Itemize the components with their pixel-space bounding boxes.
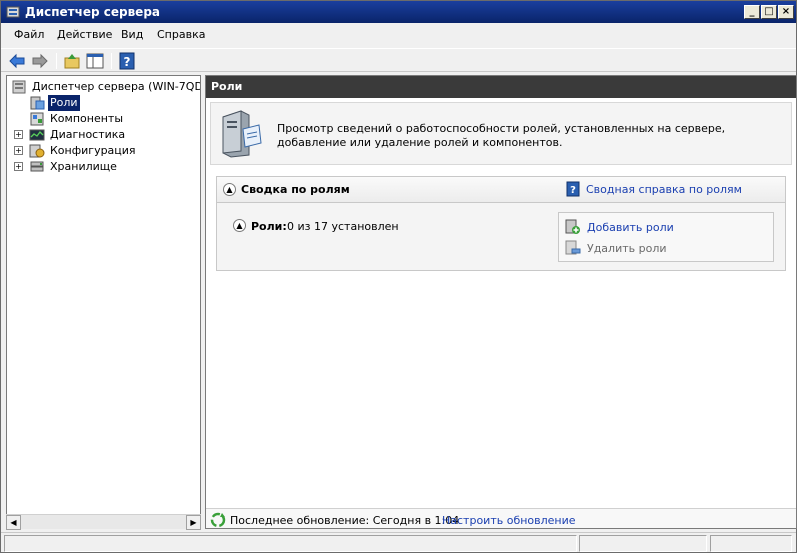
remove-roles-link: Удалить роли (587, 242, 667, 255)
roles-count: 0 из 17 установлен (287, 220, 399, 233)
main-pane: Роли Просмотр сведений о работоспособнос… (205, 75, 797, 529)
status-panel-2 (579, 535, 707, 552)
pane-title: Роли (206, 76, 796, 98)
status-panel-3 (710, 535, 792, 552)
tree-item-label: Диагностика (50, 128, 126, 141)
refresh-icon[interactable] (209, 511, 227, 529)
window-title: Диспетчер сервера (25, 5, 160, 19)
expand-storage-button[interactable]: + (14, 162, 23, 171)
remove-roles-icon (565, 240, 581, 255)
menu-action[interactable]: Действие (57, 28, 112, 41)
diagnostics-icon (29, 129, 45, 141)
menu-view[interactable]: Вид (121, 28, 143, 41)
tree-item-label: Конфигурация (50, 144, 136, 157)
description-banner: Просмотр сведений о работоспособности ро… (210, 102, 792, 165)
svg-text:?: ? (124, 55, 131, 69)
last-update-text: Последнее обновление: Сегодня в 1:04 (230, 514, 460, 527)
role-actions-panel: Добавить роли Удалить роли (558, 212, 774, 262)
server-manager-icon (6, 6, 20, 18)
roles-server-icon (222, 110, 262, 158)
status-panel-main (4, 535, 577, 552)
tree-item-label: Компоненты (50, 112, 124, 125)
refresh-status-bar: Последнее обновление: Сегодня в 1:04 Нас… (206, 508, 796, 529)
features-icon (30, 112, 44, 126)
configuration-icon (29, 144, 45, 158)
window-status-bar (1, 532, 796, 552)
banner-description: Просмотр сведений о работоспособности ро… (277, 122, 726, 149)
back-arrow-icon[interactable] (8, 52, 26, 70)
scroll-left-button[interactable]: ◀ (6, 515, 21, 530)
title-bar: Диспетчер сервера _ □ × (1, 1, 796, 23)
up-folder-icon[interactable] (63, 52, 81, 70)
menu-bar: Файл Действие Вид Справка (1, 25, 796, 45)
maximize-button[interactable]: □ (761, 5, 777, 19)
add-roles-icon (565, 219, 580, 234)
tree-horizontal-scrollbar[interactable]: ◀ ▶ (6, 514, 201, 530)
tree-item-label: Хранилище (50, 160, 117, 173)
roles-summary-section: ▲ Сводка по ролям ? Сводная справка по р… (216, 176, 786, 271)
show-hide-console-tree-icon[interactable] (86, 52, 104, 70)
server-icon (12, 80, 26, 94)
minimize-button[interactable]: _ (744, 5, 760, 19)
roles-icon (30, 96, 45, 110)
roles-label: Роли: (251, 220, 287, 233)
configure-refresh-link[interactable]: Настроить обновление (442, 514, 576, 527)
menu-file[interactable]: Файл (14, 28, 44, 41)
tree-item-label: Роли (48, 95, 80, 111)
server-manager-window: Диспетчер сервера _ □ × Файл Действие Ви… (0, 0, 797, 553)
console-tree: Диспетчер сервера (WIN-7QDKRT Роли Компо… (6, 75, 201, 529)
collapse-roles-button[interactable]: ▲ (233, 219, 246, 232)
expand-diagnostics-button[interactable]: + (14, 130, 23, 139)
toolbar: ? (1, 48, 796, 72)
close-button[interactable]: × (778, 5, 794, 19)
roles-summary-header[interactable]: ▲ Сводка по ролям ? Сводная справка по р… (217, 177, 785, 203)
forward-arrow-icon[interactable] (31, 52, 49, 70)
roles-summary-help-link[interactable]: Сводная справка по ролям (586, 183, 742, 196)
storage-icon (30, 161, 44, 172)
help-icon[interactable]: ? (118, 52, 136, 70)
scroll-right-button[interactable]: ▶ (186, 515, 201, 530)
menu-help[interactable]: Справка (157, 28, 205, 41)
tree-item-label: Диспетчер сервера (WIN-7QDKRT (32, 80, 201, 93)
expand-configuration-button[interactable]: + (14, 146, 23, 155)
add-roles-link[interactable]: Добавить роли (587, 221, 674, 234)
help-book-icon: ? (566, 181, 580, 197)
svg-text:?: ? (570, 185, 576, 196)
roles-summary-title: Сводка по ролям (241, 183, 350, 196)
collapse-summary-button[interactable]: ▲ (223, 183, 236, 196)
